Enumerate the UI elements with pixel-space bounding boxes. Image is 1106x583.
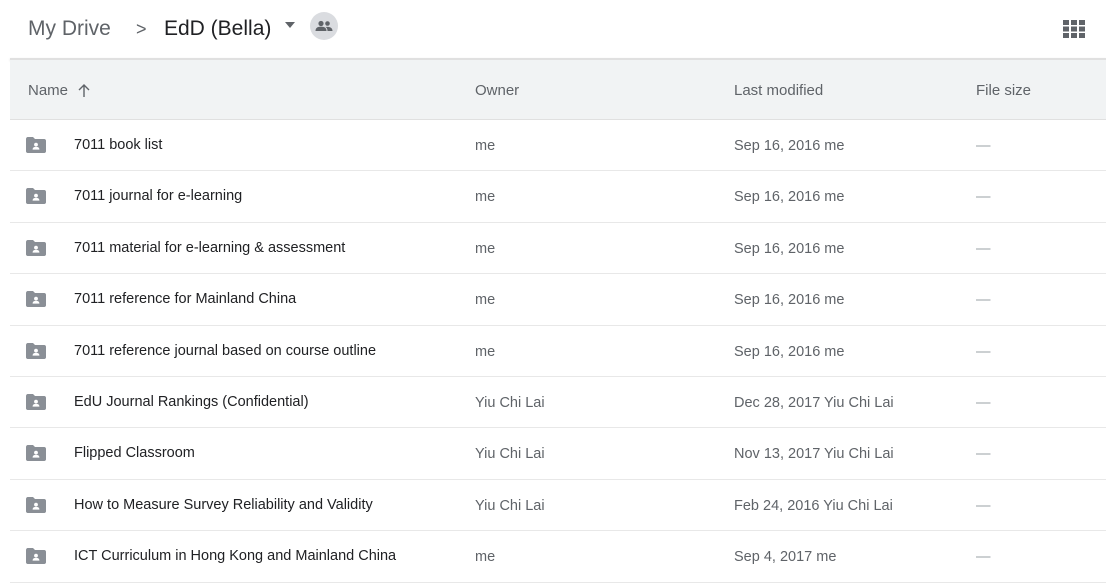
table-row[interactable]: EdU Journal Rankings (Confidential) Yiu C… <box>10 377 1106 429</box>
file-size: — <box>976 240 991 257</box>
table-row[interactable]: 7011 journal for e-learning me Sep 16, 201… <box>10 171 1106 223</box>
sort-by-name-button[interactable]: Name <box>28 82 90 99</box>
column-header-file-size[interactable]: File size <box>976 82 1031 99</box>
file-owner: me <box>475 343 496 360</box>
file-name: 7011 material for e-learning & assessmen… <box>74 239 346 256</box>
shared-folder-icon <box>26 239 46 256</box>
table-row[interactable]: Flipped Classroom Yiu Chi Lai Nov 13, 2017… <box>10 428 1106 480</box>
file-last-modified: Dec 28, 2017 Yiu Chi Lai <box>734 394 894 411</box>
file-size: — <box>976 292 991 309</box>
file-size: — <box>976 189 991 206</box>
shared-folder-icon <box>26 393 46 410</box>
file-owner: me <box>475 240 496 257</box>
column-header-owner[interactable]: Owner <box>475 82 519 99</box>
file-size: — <box>976 497 991 514</box>
file-last-modified: Sep 4, 2017 me <box>734 549 837 566</box>
file-last-modified: Sep 16, 2016 me <box>734 343 845 360</box>
shared-folder-icon <box>26 137 46 153</box>
file-last-modified: Feb 24, 2016 Yiu Chi Lai <box>734 497 893 514</box>
file-owner: Yiu Chi Lai <box>475 497 545 514</box>
file-last-modified: Nov 13, 2017 Yiu Chi Lai <box>734 446 894 463</box>
table-row[interactable]: 7011 book list me Sep 16, 2016 me — <box>10 120 1106 172</box>
grid-view-icon[interactable] <box>1063 20 1085 38</box>
file-owner: me <box>475 292 496 309</box>
file-last-modified: Sep 16, 2016 me <box>734 240 845 257</box>
column-header-name: Name <box>28 82 69 99</box>
file-size: — <box>976 394 991 411</box>
file-name: 7011 reference for Mainland China <box>74 291 297 308</box>
file-last-modified: Sep 16, 2016 me <box>734 292 845 309</box>
shared-folder-icon <box>26 188 46 205</box>
file-name: Flipped Classroom <box>74 445 195 462</box>
breadcrumb-current-folder[interactable]: EdD (Bella) <box>164 17 271 41</box>
file-name: 7011 book list <box>74 137 163 153</box>
file-owner: me <box>475 189 496 206</box>
file-owner: me <box>475 138 496 154</box>
file-name: EdU Journal Rankings (Confidential) <box>74 393 309 410</box>
caret-down-icon[interactable] <box>285 22 295 28</box>
shared-folder-icon <box>26 291 46 308</box>
file-name: 7011 reference journal based on course o… <box>74 342 377 359</box>
shared-folder-icon <box>26 445 46 462</box>
file-list: Name Owner Last modified File size 7011 … <box>10 60 1106 583</box>
shared-folder-icon <box>26 496 46 513</box>
people-icon[interactable] <box>310 12 338 40</box>
file-list-header: Name Owner Last modified File size <box>10 60 1106 120</box>
file-last-modified: Sep 16, 2016 me <box>734 138 845 154</box>
file-owner: me <box>475 549 496 566</box>
table-row[interactable]: 7011 material for e-learning & assessmen… <box>10 223 1106 275</box>
table-row[interactable]: How to Measure Survey Reliability and Va… <box>10 480 1106 532</box>
file-size: — <box>976 549 991 566</box>
table-row[interactable]: ICT Curriculum in Hong Kong and Mainland… <box>10 531 1106 583</box>
file-owner: Yiu Chi Lai <box>475 446 545 463</box>
file-size: — <box>976 446 991 463</box>
shared-folder-icon <box>26 548 46 565</box>
file-name: ICT Curriculum in Hong Kong and Mainland… <box>74 548 397 565</box>
file-name: 7011 journal for e-learning <box>74 188 243 205</box>
file-size: — <box>976 138 991 154</box>
breadcrumb-my-drive[interactable]: My Drive <box>28 17 111 41</box>
breadcrumb-separator: > <box>136 19 147 39</box>
file-last-modified: Sep 16, 2016 me <box>734 189 845 206</box>
column-header-last-modified[interactable]: Last modified <box>734 82 823 99</box>
file-owner: Yiu Chi Lai <box>475 394 545 411</box>
file-name: How to Measure Survey Reliability and Va… <box>74 496 373 513</box>
table-row[interactable]: 7011 reference for Mainland China me Sep 1… <box>10 274 1106 326</box>
toolbar: My Drive > EdD (Bella) <box>0 0 1106 60</box>
arrow-up-icon <box>78 83 90 97</box>
file-size: — <box>976 343 991 360</box>
shared-folder-icon <box>26 342 46 359</box>
table-row[interactable]: 7011 reference journal based on course o… <box>10 326 1106 377</box>
